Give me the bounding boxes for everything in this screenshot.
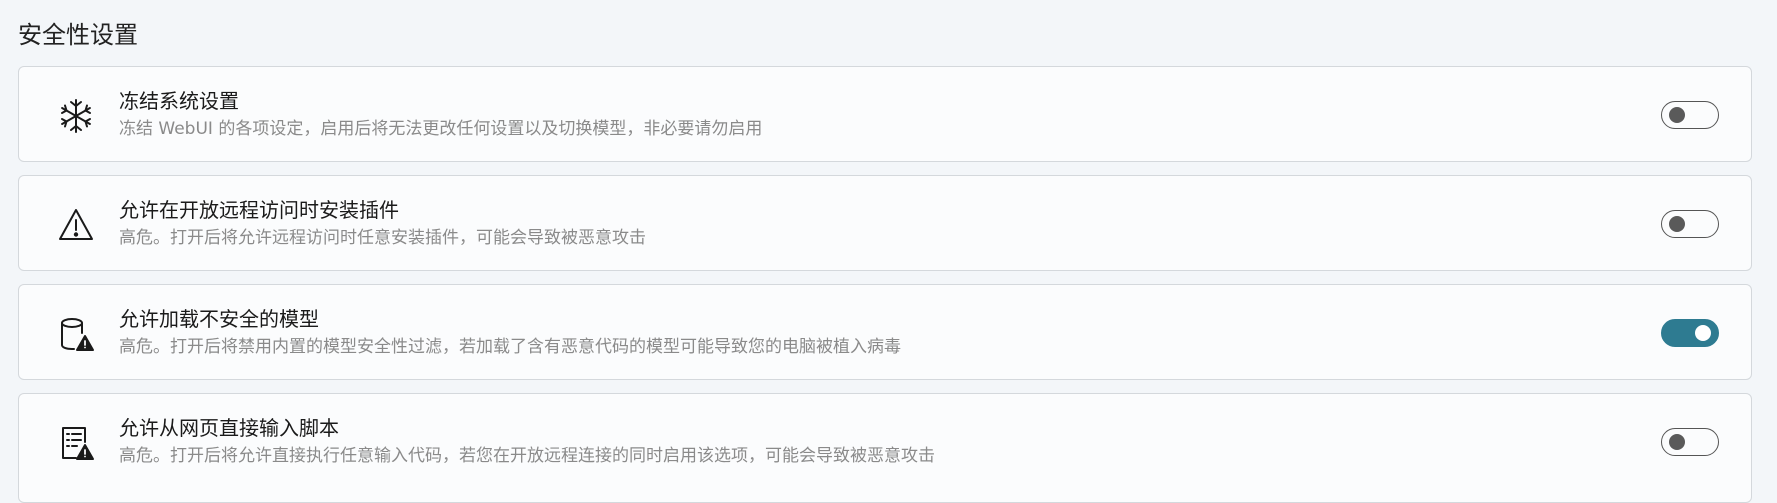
toggle-knob bbox=[1669, 434, 1685, 450]
setting-description: 高危。打开后将允许远程访问时任意安装插件，可能会导致被恶意攻击 bbox=[119, 228, 646, 248]
warning-icon bbox=[57, 206, 95, 244]
setting-description: 高危。打开后将允许直接执行任意输入代码，若您在开放远程连接的同时启用该选项，可能… bbox=[119, 446, 935, 466]
snowflake-icon bbox=[57, 97, 95, 135]
direct-script-toggle[interactable] bbox=[1661, 428, 1719, 456]
setting-description: 高危。打开后将禁用内置的模型安全性过滤，若加载了含有恶意代码的模型可能导致您的电… bbox=[119, 337, 901, 357]
freeze-settings-toggle[interactable] bbox=[1661, 101, 1719, 129]
section-title: 安全性设置 bbox=[18, 21, 138, 49]
unsafe-models-toggle[interactable] bbox=[1661, 319, 1719, 347]
toggle-knob bbox=[1695, 325, 1711, 341]
setting-card-freeze: 冻结系统设置 冻结 WebUI 的各项设定，启用后将无法更改任何设置以及切换模型… bbox=[18, 66, 1752, 162]
setting-title: 允许从网页直接输入脚本 bbox=[119, 416, 339, 440]
setting-card-remote-install: 允许在开放远程访问时安装插件 高危。打开后将允许远程访问时任意安装插件，可能会导… bbox=[18, 175, 1752, 271]
setting-card-unsafe-models: 允许加载不安全的模型 高危。打开后将禁用内置的模型安全性过滤，若加载了含有恶意代… bbox=[18, 284, 1752, 380]
setting-title: 允许加载不安全的模型 bbox=[119, 307, 319, 331]
setting-title: 允许在开放远程访问时安装插件 bbox=[119, 198, 399, 222]
setting-title: 冻结系统设置 bbox=[119, 89, 239, 113]
remote-install-toggle[interactable] bbox=[1661, 210, 1719, 238]
setting-description: 冻结 WebUI 的各项设定，启用后将无法更改任何设置以及切换模型，非必要请勿启… bbox=[119, 119, 763, 139]
script-warning-icon bbox=[57, 424, 95, 462]
database-warning-icon bbox=[57, 315, 95, 353]
toggle-knob bbox=[1669, 107, 1685, 123]
setting-card-direct-script: 允许从网页直接输入脚本 高危。打开后将允许直接执行任意输入代码，若您在开放远程连… bbox=[18, 393, 1752, 503]
toggle-knob bbox=[1669, 216, 1685, 232]
